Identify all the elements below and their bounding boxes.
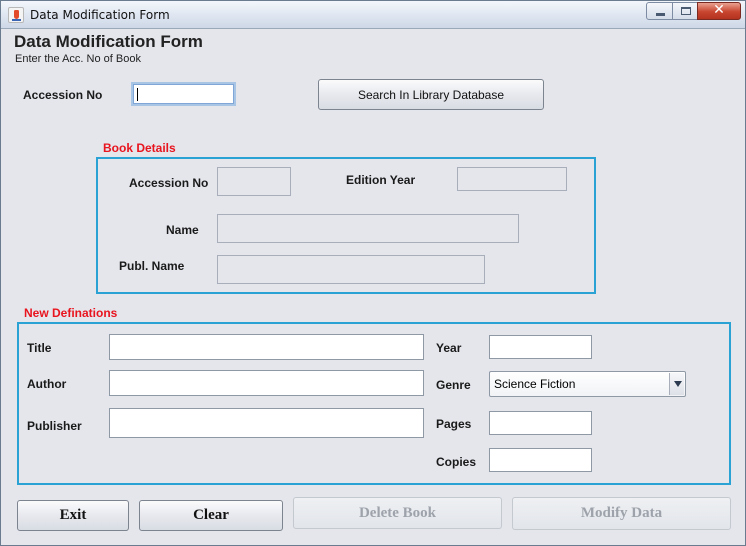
publ-name-field xyxy=(217,255,485,284)
accession-no-label: Accession No xyxy=(23,88,103,102)
minimize-button[interactable] xyxy=(646,2,673,20)
year-label: Year xyxy=(436,341,462,355)
new-definitions-title: New Definations xyxy=(24,306,118,320)
name-label: Name xyxy=(166,223,199,237)
pages-input[interactable] xyxy=(489,411,592,435)
title-bar[interactable]: Data Modification Form ✕ xyxy=(1,1,745,29)
page-subtitle: Enter the Acc. No of Book xyxy=(15,53,141,65)
close-icon: ✕ xyxy=(713,2,725,18)
genre-selected-value: Science Fiction xyxy=(494,377,576,391)
close-button[interactable]: ✕ xyxy=(697,2,741,20)
title-input[interactable] xyxy=(109,334,424,360)
search-database-button[interactable]: Search In Library Database xyxy=(318,79,544,110)
minimize-icon xyxy=(656,13,665,16)
author-input[interactable] xyxy=(109,370,424,396)
edition-year-label: Edition Year xyxy=(346,173,416,187)
year-input[interactable] xyxy=(489,335,592,359)
name-field xyxy=(217,214,519,243)
window-title: Data Modification Form xyxy=(30,8,170,22)
publ-name-label: Publ. Name xyxy=(119,259,185,273)
page-title: Data Modification Form xyxy=(14,32,203,51)
book-details-title: Book Details xyxy=(103,141,176,155)
main-window: Data Modification Form ✕ Data Modificati… xyxy=(0,0,746,546)
details-accession-label: Accession No xyxy=(129,176,209,190)
edition-year-field xyxy=(457,167,567,191)
publisher-label: Publisher xyxy=(27,419,82,433)
window-controls: ✕ xyxy=(646,2,741,21)
maximize-icon xyxy=(681,7,691,15)
chevron-down-icon[interactable] xyxy=(669,373,684,395)
accession-no-input[interactable] xyxy=(131,82,236,106)
pages-label: Pages xyxy=(436,417,472,431)
copies-label: Copies xyxy=(436,455,477,469)
publisher-input[interactable] xyxy=(109,408,424,438)
genre-select[interactable]: Science Fiction xyxy=(489,371,686,397)
text-caret xyxy=(137,88,138,101)
exit-button[interactable]: Exit xyxy=(17,500,129,531)
details-accession-field xyxy=(217,167,291,196)
genre-label: Genre xyxy=(436,378,471,392)
author-label: Author xyxy=(27,377,67,391)
maximize-button[interactable] xyxy=(672,2,698,20)
java-cup-icon xyxy=(8,7,24,23)
copies-input[interactable] xyxy=(489,448,592,472)
modify-data-button[interactable]: Modify Data xyxy=(512,497,731,530)
clear-button[interactable]: Clear xyxy=(139,500,283,531)
delete-book-button[interactable]: Delete Book xyxy=(293,497,502,529)
title-label: Title xyxy=(27,341,52,355)
